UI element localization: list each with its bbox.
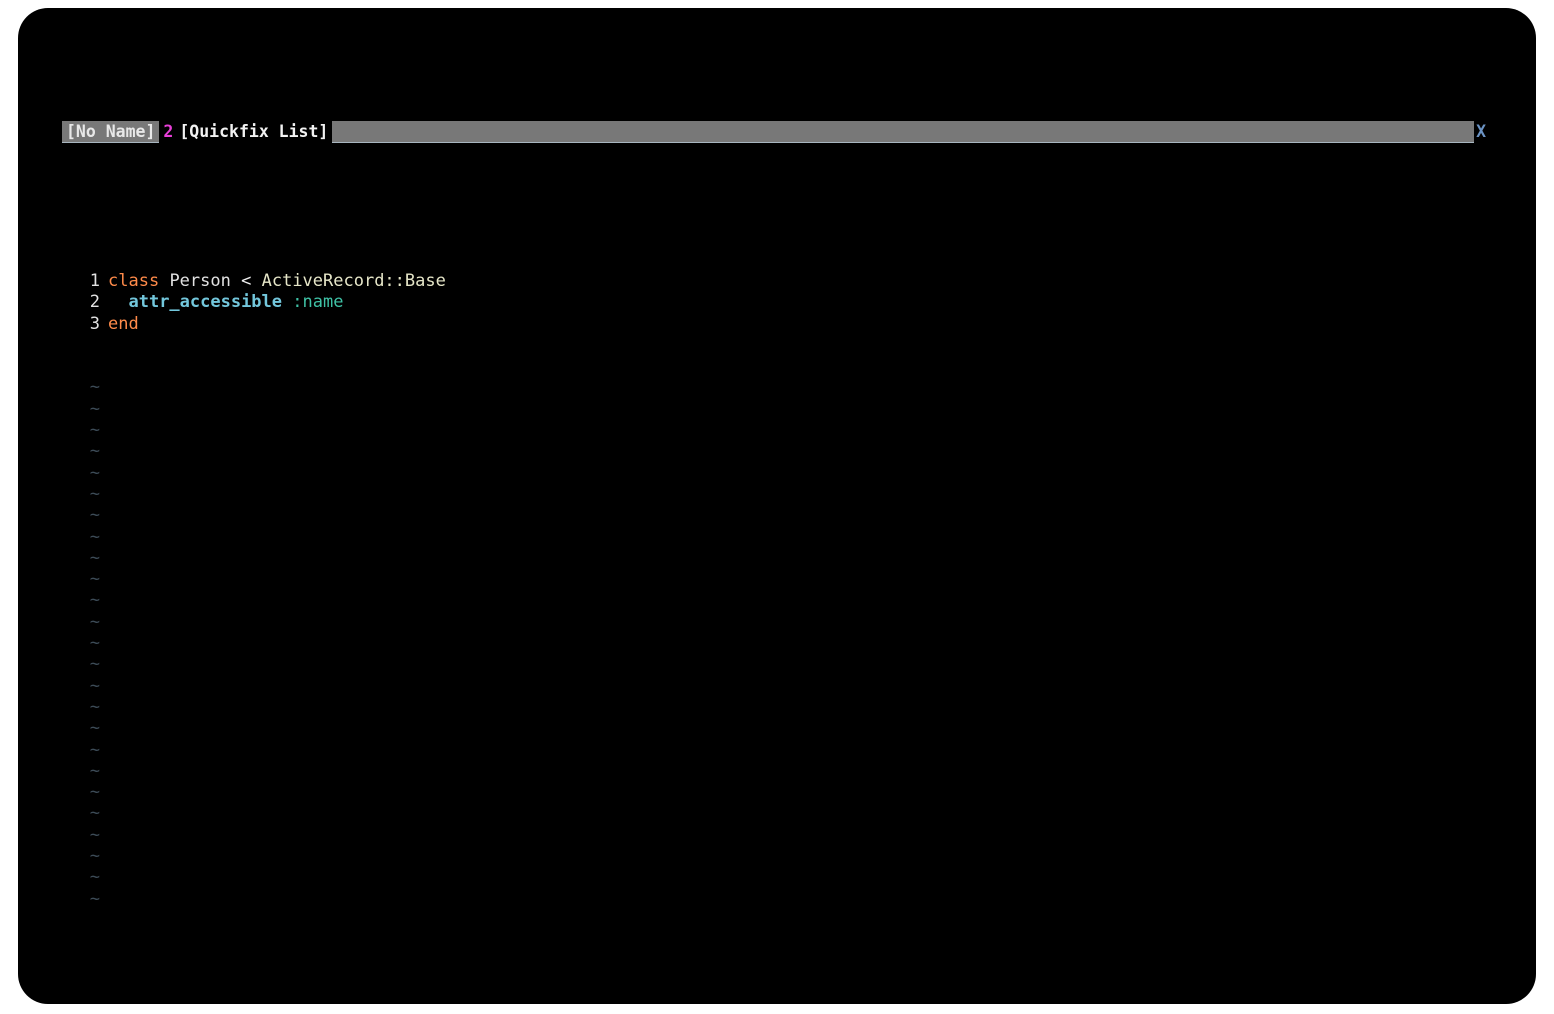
tilde-icon: ~	[89, 718, 100, 739]
code-line: 2 attr_accessible :name	[62, 292, 1492, 313]
tilde-line: ~	[62, 441, 1492, 462]
tilde-icon: ~	[89, 782, 100, 803]
tilde-icon: ~	[89, 675, 100, 696]
tilde-line: ~	[62, 527, 1492, 548]
tilde-line: ~	[62, 505, 1492, 526]
tilde-filler-lines: ~ ~ ~ ~ ~ ~ ~ ~ ~ ~ ~ ~ ~ ~ ~ ~ ~ ~ ~ ~ ~ ~ ~ ~ ~	[62, 377, 1492, 909]
tilde-icon: ~	[89, 760, 100, 781]
tilde-line: ~	[62, 377, 1492, 398]
tilde-line: ~	[62, 612, 1492, 633]
tilde-icon: ~	[89, 462, 100, 483]
tilde-line: ~	[62, 420, 1492, 441]
code-line: 1 class Person < ActiveRecord::Base	[62, 271, 1492, 292]
tab-number: 2	[163, 122, 174, 142]
line-number: 3	[89, 313, 100, 334]
tilde-icon: ~	[89, 505, 100, 526]
tilde-icon: ~	[89, 590, 100, 611]
tilde-line: ~	[62, 825, 1492, 846]
vim-screen: [No Name] 2 [Quickfix List] X 1 class Pers…	[62, 36, 1492, 953]
code-token: <	[241, 270, 252, 291]
tilde-icon: ~	[89, 547, 100, 568]
tilde-icon: ~	[89, 569, 100, 590]
close-icon[interactable]: X	[1474, 121, 1492, 144]
screenshot-root: [No Name] 2 [Quickfix List] X 1 class Pers…	[0, 0, 1554, 1014]
terminal-window: [No Name] 2 [Quickfix List] X 1 class Pers…	[18, 8, 1536, 1004]
code-buffer[interactable]: 1 class Person < ActiveRecord::Base 2 attr…	[62, 228, 1492, 953]
tabline-filler	[332, 121, 1475, 144]
tilde-icon: ~	[89, 526, 100, 547]
tab-label: [Quickfix List]	[179, 122, 329, 142]
tilde-icon: ~	[89, 611, 100, 632]
tilde-line: ~	[62, 676, 1492, 697]
tilde-line: ~	[62, 569, 1492, 590]
tabline: [No Name] 2 [Quickfix List] X	[62, 121, 1492, 144]
tilde-line: ~	[62, 803, 1492, 824]
tilde-icon: ~	[89, 398, 100, 419]
tab-no-name[interactable]: [No Name]	[62, 121, 160, 144]
tilde-line: ~	[62, 740, 1492, 761]
tilde-icon: ~	[89, 483, 100, 504]
tilde-line: ~	[62, 633, 1492, 654]
tab-quickfix-list[interactable]: 2 [Quickfix List]	[159, 121, 333, 144]
tilde-icon: ~	[89, 867, 100, 888]
tilde-line: ~	[62, 654, 1492, 675]
tilde-line: ~	[62, 889, 1492, 910]
tilde-icon: ~	[89, 441, 100, 462]
tilde-icon: ~	[89, 824, 100, 845]
tilde-icon: ~	[89, 696, 100, 717]
tilde-line: ~	[62, 548, 1492, 569]
code-token: attr_accessible	[128, 292, 283, 313]
tilde-line: ~	[62, 846, 1492, 867]
code-token: Person	[169, 270, 231, 291]
line-number: 2	[89, 292, 100, 313]
tilde-line: ~	[62, 590, 1492, 611]
tilde-line: ~	[62, 484, 1492, 505]
tilde-line: ~	[62, 761, 1492, 782]
code-line: 3 end	[62, 314, 1492, 335]
tilde-line: ~	[62, 463, 1492, 484]
tilde-line: ~	[62, 867, 1492, 888]
tilde-icon: ~	[89, 633, 100, 654]
tilde-icon: ~	[89, 803, 100, 824]
code-token: :name	[292, 292, 344, 313]
tilde-line: ~	[62, 697, 1492, 718]
code-lines: 1 class Person < ActiveRecord::Base 2 attr…	[62, 271, 1492, 335]
tilde-icon: ~	[89, 845, 100, 866]
code-token: ActiveRecord::Base	[261, 270, 446, 291]
tilde-icon: ~	[89, 377, 100, 398]
tilde-line: ~	[62, 399, 1492, 420]
tilde-line: ~	[62, 718, 1492, 739]
tilde-icon: ~	[89, 654, 100, 675]
tilde-line: ~	[62, 782, 1492, 803]
code-token: class	[108, 270, 160, 291]
code-token: end	[108, 313, 139, 334]
tilde-icon: ~	[89, 420, 100, 441]
line-number: 1	[89, 270, 100, 291]
tilde-icon: ~	[89, 739, 100, 760]
tilde-icon: ~	[89, 888, 100, 909]
